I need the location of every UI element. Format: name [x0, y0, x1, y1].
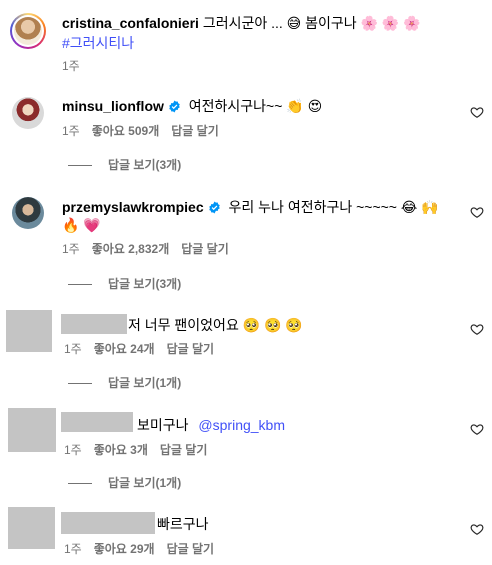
comment-likes[interactable]: 좋아요 24개 — [94, 342, 155, 356]
comment-avatar[interactable] — [12, 97, 44, 129]
comment-text: 보미구나 — [137, 417, 189, 433]
reply-button[interactable]: 답글 달기 — [167, 542, 215, 556]
heart-outline-icon[interactable] — [470, 422, 484, 436]
comment-time[interactable]: 1주 — [64, 542, 82, 556]
comment-likes[interactable]: 좋아요 29개 — [94, 542, 155, 556]
comment-line: przemyslawkrompiec 우리 누나 여전하구나 ~~~~~ 😂 🙌 — [62, 198, 439, 216]
comment-text-continued: 🔥 💗 — [62, 217, 101, 233]
verified-badge-icon — [169, 100, 180, 113]
reply-button[interactable]: 답글 달기 — [181, 242, 229, 256]
view-replies-button[interactable]: 답글 보기(1개) — [68, 375, 181, 391]
redacted-username[interactable] — [61, 412, 133, 432]
view-replies-button[interactable]: 답글 보기(1개) — [68, 475, 181, 491]
heart-outline-icon[interactable] — [470, 522, 484, 536]
comment-username[interactable]: przemyslawkrompiec — [62, 199, 204, 215]
redacted-avatar[interactable] — [6, 310, 52, 352]
caption-avatar[interactable] — [10, 13, 46, 49]
view-replies-line — [68, 284, 92, 286]
view-replies-button[interactable]: 답글 보기(3개) — [68, 276, 181, 292]
reply-button[interactable]: 답글 달기 — [171, 124, 219, 138]
comment-meta: 1주 좋아요 24개 답글 달기 — [64, 341, 214, 357]
comment-time[interactable]: 1주 — [62, 124, 80, 138]
view-replies-label: 답글 보기(3개) — [108, 158, 182, 172]
view-replies-label: 답글 보기(3개) — [108, 277, 182, 291]
view-replies-label: 답글 보기(1개) — [108, 376, 182, 390]
reply-button[interactable]: 답글 달기 — [167, 342, 215, 356]
view-replies-line — [68, 483, 92, 485]
comment-meta: 1주 좋아요 509개 답글 달기 — [62, 123, 219, 139]
view-replies-label: 답글 보기(1개) — [108, 476, 182, 490]
caption-username[interactable]: cristina_confalonieri — [62, 15, 199, 31]
mention-link[interactable]: @spring_kbm — [198, 417, 285, 433]
comment-time[interactable]: 1주 — [62, 242, 80, 256]
view-replies-button[interactable]: 답글 보기(3개) — [68, 157, 181, 173]
caption-time[interactable]: 1주 — [62, 58, 80, 74]
caption-text: 그러시군아 ... 😅 봄이구나 🌸 🌸 🌸 — [202, 15, 421, 31]
comment-time[interactable]: 1주 — [64, 342, 82, 356]
comment-text: 저 너무 팬이었어요 🥺 🥺 🥺 — [128, 317, 303, 333]
view-replies-line — [68, 165, 92, 167]
reply-button[interactable]: 답글 달기 — [160, 443, 208, 457]
comment-likes[interactable]: 좋아요 3개 — [94, 443, 148, 457]
comment-likes[interactable]: 좋아요 2,832개 — [92, 242, 170, 256]
heart-outline-icon[interactable] — [470, 205, 484, 219]
comment-text: 빠르구나 — [157, 516, 209, 532]
view-replies-line — [68, 383, 92, 385]
redacted-avatar[interactable] — [8, 507, 55, 549]
caption-hashtag[interactable]: #그러시티나 — [62, 34, 134, 52]
comment-avatar[interactable] — [12, 197, 44, 229]
redacted-avatar[interactable] — [8, 408, 56, 452]
comment-username[interactable]: minsu_lionflow — [62, 98, 164, 114]
heart-outline-icon[interactable] — [470, 105, 484, 119]
verified-badge-icon — [208, 201, 220, 214]
heart-outline-icon[interactable] — [470, 322, 484, 336]
redacted-username[interactable] — [61, 314, 127, 334]
comment-time[interactable]: 1주 — [64, 443, 82, 457]
comment-line: 보미구나 @spring_kbm — [137, 416, 285, 434]
comment-meta: 1주 좋아요 2,832개 답글 달기 — [62, 241, 229, 257]
comment-text: 여전하시구나~~ 👏 😍 — [188, 98, 323, 114]
comment-meta: 1주 좋아요 29개 답글 달기 — [64, 541, 214, 557]
redacted-username[interactable] — [61, 512, 155, 534]
comment-line: minsu_lionflow 여전하시구나~~ 👏 😍 — [62, 97, 322, 115]
comment-likes[interactable]: 좋아요 509개 — [92, 124, 160, 138]
caption-line: cristina_confalonieri 그러시군아 ... 😅 봄이구나 🌸… — [62, 14, 421, 32]
comment-text: 우리 누나 여전하구나 ~~~~~ 😂 🙌 — [228, 199, 439, 215]
comment-meta: 1주 좋아요 3개 답글 달기 — [64, 442, 207, 458]
